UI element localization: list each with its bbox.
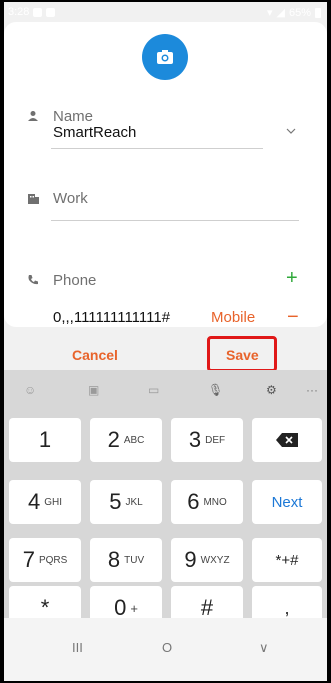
- status-bar: 3:28 ▾ ◢ 65%: [4, 2, 327, 22]
- key-0-sub: +: [130, 600, 138, 616]
- symbols-key-label: *+#: [275, 551, 299, 569]
- next-key[interactable]: Next: [252, 480, 322, 524]
- key-3-sub: DEF: [205, 434, 226, 446]
- sticker-icon[interactable]: ▣: [88, 383, 99, 397]
- symbols-key[interactable]: *+#: [252, 538, 322, 582]
- key-7-sub: PQRS: [38, 554, 68, 566]
- key-2[interactable]: 2 ABC: [90, 418, 162, 462]
- key-8-label: 8: [107, 547, 121, 572]
- add-phone-button[interactable]: +: [286, 268, 298, 288]
- key-7[interactable]: 7 PQRS: [9, 538, 81, 582]
- backspace-icon: [276, 433, 298, 447]
- screen: 3:28 ▾ ◢ 65% Name SmartReach Work Phone …: [4, 2, 327, 681]
- key-9[interactable]: 9 WXYZ: [171, 538, 243, 582]
- person-icon: [28, 111, 38, 121]
- status-right: ▾ ◢ 65%: [267, 6, 321, 19]
- key-4[interactable]: 4 GHI: [9, 480, 81, 524]
- notification-icon-2: [46, 7, 56, 17]
- key-5-label: 5: [109, 489, 122, 514]
- status-time: 3:28: [8, 6, 30, 18]
- name-underline: [51, 148, 263, 149]
- add-photo-button[interactable]: [142, 34, 188, 80]
- key-5-sub: JKL: [125, 496, 143, 508]
- key-6-label: 6: [187, 489, 200, 514]
- signal-icon: ◢: [276, 7, 285, 19]
- key-2-label: 2: [107, 427, 120, 452]
- key-8[interactable]: 8 TUV: [90, 538, 162, 582]
- next-key-label: Next: [271, 493, 303, 511]
- recent-apps-button[interactable]: III: [72, 640, 83, 655]
- name-field[interactable]: SmartReach: [53, 124, 136, 141]
- work-underline: [51, 220, 299, 221]
- navigation-bar: III O ∨: [4, 618, 327, 681]
- gif-icon[interactable]: ▭: [148, 383, 159, 397]
- key-5[interactable]: 5 JKL: [90, 480, 162, 524]
- phone-number-field[interactable]: 0,,,111111111111#: [53, 309, 170, 326]
- key-3-label: 3: [188, 427, 202, 452]
- work-icon: [28, 194, 39, 204]
- cancel-button[interactable]: Cancel: [72, 347, 118, 363]
- key-6[interactable]: 6 MNO: [171, 480, 243, 524]
- key-3[interactable]: 3 DEF: [171, 418, 243, 462]
- phone-icon: [28, 275, 38, 285]
- back-button[interactable]: ∨: [259, 640, 269, 656]
- remove-phone-button[interactable]: −: [287, 307, 299, 327]
- chevron-down-icon[interactable]: [286, 126, 296, 136]
- name-label: Name: [53, 108, 94, 125]
- backspace-key[interactable]: [252, 418, 322, 462]
- key-4-sub: GHI: [44, 496, 63, 508]
- key-4-label: 4: [27, 489, 41, 514]
- camera-icon: [157, 50, 173, 64]
- keyboard-toolbar: ☺ ▣ ▭ 🎙 ⚙ ···: [4, 370, 327, 412]
- work-field[interactable]: Work: [53, 190, 88, 207]
- phone-type-selector[interactable]: Mobile: [211, 309, 255, 326]
- phone-label: Phone: [53, 272, 97, 289]
- key-1-label: 1: [38, 427, 52, 452]
- key-8-sub: TUV: [124, 554, 145, 566]
- battery-percent: 65%: [288, 6, 311, 19]
- key-2-sub: ABC: [123, 434, 145, 446]
- key-7-label: 7: [22, 547, 35, 572]
- home-button[interactable]: O: [162, 640, 172, 655]
- device-frame: 3:28 ▾ ◢ 65% Name SmartReach Work Phone …: [0, 0, 331, 683]
- battery-icon: [315, 7, 321, 18]
- more-icon[interactable]: ···: [306, 383, 318, 397]
- status-left: 3:28: [8, 6, 56, 18]
- key-1[interactable]: 1: [9, 418, 81, 462]
- key-6-sub: MNO: [203, 496, 227, 508]
- notification-icon: [33, 7, 43, 17]
- gear-icon[interactable]: ⚙: [266, 383, 277, 397]
- emoji-icon[interactable]: ☺: [24, 383, 36, 397]
- key-9-label: 9: [184, 547, 197, 572]
- mic-icon[interactable]: 🎙: [208, 383, 223, 397]
- comma-key-label: ,: [284, 597, 290, 618]
- key-9-sub: WXYZ: [200, 554, 230, 566]
- wifi-icon: ▾: [266, 7, 273, 19]
- save-button[interactable]: Save: [226, 347, 259, 363]
